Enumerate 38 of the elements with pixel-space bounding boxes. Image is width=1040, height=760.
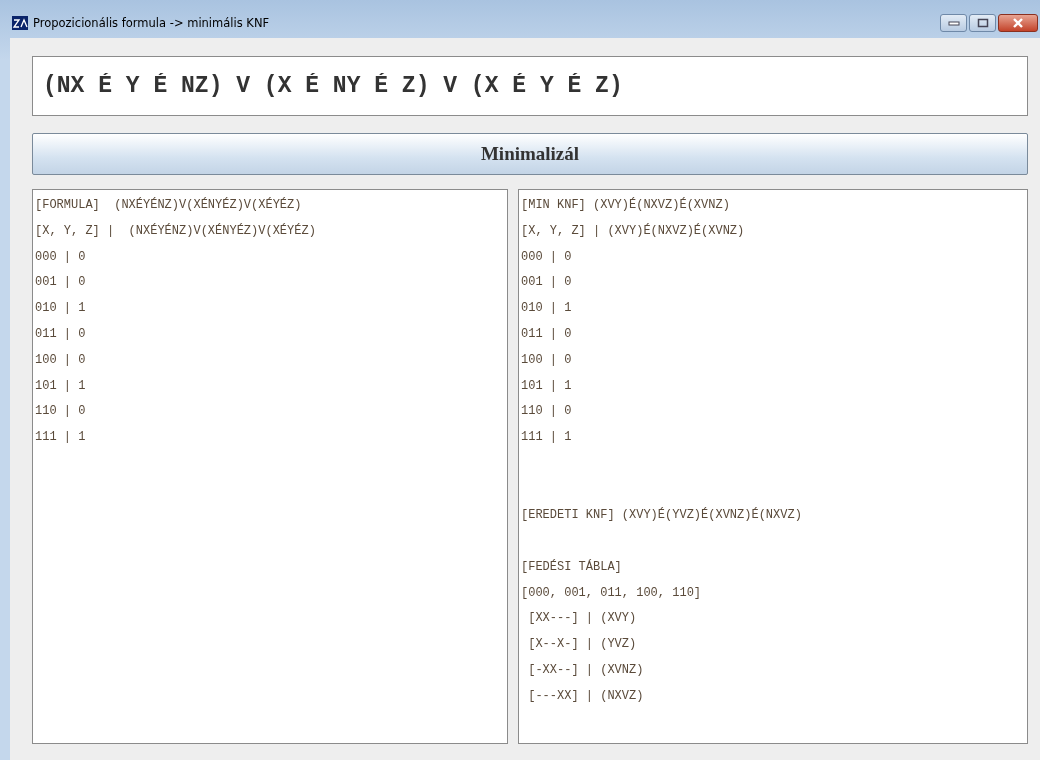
output-line: 011 | 0 <box>35 326 87 343</box>
output-text-area[interactable]: [FORMULA] (NXÉYÉNZ)V(XÉNYÉZ)V(XÉYÉZ) [X, Y, Z] | (NXÉYÉNZ)V(XÉNYÉZ)V(XÉYÉZ) 000 | 0 001 | 0 010 | 1 011 | 0 100 | 0 101 | 1 110 | 0 111 | 1 <box>32 189 508 744</box>
minimize-icon <box>947 20 960 26</box>
output-line: [---XX] | (NXVZ) <box>527 687 645 705</box>
output-line: 100 | 0 <box>35 351 87 369</box>
app-icon <box>12 16 28 30</box>
output-line: [FORMULA] (NXÉYÉNZ)V(XÉNYÉZ)V(XÉYÉZ) <box>35 196 303 214</box>
output-line: 111 | 1 <box>35 429 87 447</box>
output-line: 000 | 0 <box>35 248 87 266</box>
window-title: Propozicionális formula -> minimális KNF <box>33 16 270 30</box>
output-line: 110 | 0 <box>35 403 87 421</box>
output-line: 000 | 0 <box>521 248 573 266</box>
output-line: [XX---] | (XVY) <box>527 610 638 628</box>
output-line: 101 | 1 <box>521 377 573 395</box>
output-line: [000, 001, 011, 100, 110] <box>521 584 703 602</box>
output-line: 010 | 1 <box>35 300 87 318</box>
output-line: 111 | 1 <box>521 429 573 447</box>
output-line: [EREDETI KNF] (XVY)É(YVZ)É(XVNZ)É(NXVZ) <box>521 506 803 524</box>
maximize-button[interactable] <box>969 14 996 32</box>
output-text-area[interactable] <box>518 189 1028 744</box>
close-icon <box>1012 18 1024 28</box>
formula-field[interactable]: (NX É Y É NZ) V (X É NY É Z) V (X É Y É Z) <box>32 56 1028 116</box>
output-line: 011 | 0 <box>521 326 573 343</box>
close-button[interactable] <box>998 14 1038 32</box>
output-line: 101 | 1 <box>35 377 87 395</box>
output-line: [-XX--] | (XVNZ) <box>527 661 645 679</box>
output-line: [MIN KNF] (XVY)É(NXVZ)É(XVNZ) <box>521 196 731 214</box>
output-line: [X, Y, Z] | (XVY)É(NXVZ)É(XVNZ) <box>521 222 746 240</box>
output-line: 010 | 1 <box>521 300 573 318</box>
minimize-formula-button[interactable]: Minimalizál <box>32 133 1028 175</box>
output-line: 001 | 0 <box>35 274 87 292</box>
output-line: [X, Y, Z] | (NXÉYÉNZ)V(XÉNYÉZ)V(XÉYÉZ) <box>35 222 317 240</box>
output-line: 100 | 0 <box>521 351 573 369</box>
output-line: 001 | 0 <box>521 274 573 292</box>
maximize-icon <box>976 18 989 28</box>
output-line: [X--X-] | (YVZ) <box>527 636 638 654</box>
output-line: 110 | 0 <box>521 403 573 421</box>
output-line: [FEDÉSI TÁBLA] <box>521 558 623 576</box>
